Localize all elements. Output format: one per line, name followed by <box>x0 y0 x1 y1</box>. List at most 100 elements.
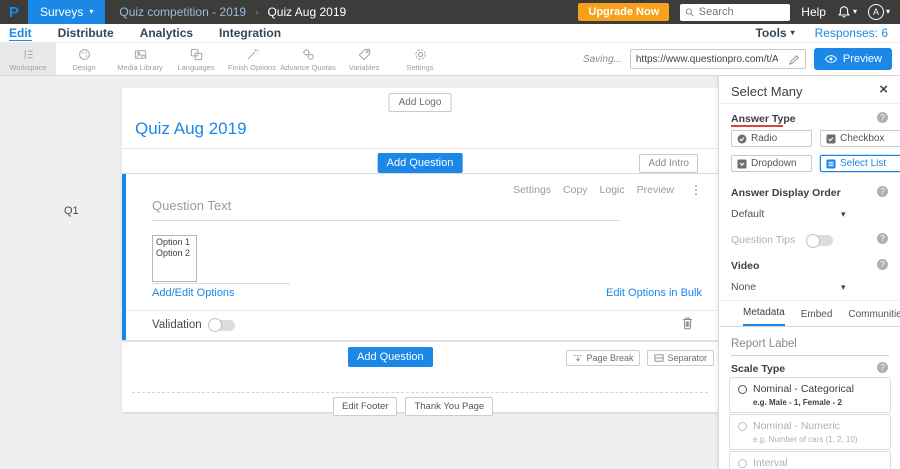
chevron-down-icon[interactable]: ▾ <box>841 209 846 220</box>
answer-type-label-text: Dropdown <box>751 158 797 169</box>
surveys-menu-label: Surveys <box>40 5 84 19</box>
toggle-knob <box>207 318 222 332</box>
answer-type-radio-button[interactable]: Radio <box>731 130 812 147</box>
report-label-input[interactable] <box>731 338 889 356</box>
answer-type-select-list-button[interactable]: Select List <box>820 155 900 172</box>
question-tips-toggle[interactable] <box>806 233 833 248</box>
toolbar-item-finish-options[interactable]: Finish Options <box>224 43 280 75</box>
survey-title[interactable]: Quiz Aug 2019 <box>135 119 247 139</box>
notifications-button[interactable]: ▾ <box>837 5 857 19</box>
answer-type-label-text: Checkbox <box>840 133 885 144</box>
responses-link[interactable]: Responses: 6 <box>815 26 888 40</box>
toolbar-item-design[interactable]: Design <box>56 43 112 75</box>
option-item[interactable]: Option 1 <box>156 237 193 248</box>
red-annotation-underline <box>731 125 783 127</box>
question-settings-panel: Select Many × Answer Type ? Radio Checkb… <box>718 76 900 469</box>
search-box[interactable] <box>680 3 791 21</box>
select-list-preview[interactable]: Option 1 Option 2 <box>152 235 197 282</box>
primary-nav: Edit Distribute Analytics Integration To… <box>0 24 900 43</box>
add-logo-button[interactable]: Add Logo <box>388 93 452 112</box>
edit-url-button[interactable] <box>783 53 805 66</box>
surveys-menu-button[interactable]: Surveys ▾ <box>28 0 106 24</box>
question-settings-link[interactable]: Settings <box>513 184 551 196</box>
scale-option-nominal-categorical[interactable]: Nominal - Categorical e.g. Male - 1, Fem… <box>729 377 891 413</box>
scale-option-example: e.g. Male - 1, Female - 2 <box>753 398 842 407</box>
add-intro-button[interactable]: Add Intro <box>639 154 698 173</box>
chevron-down-icon: ▾ <box>89 7 94 16</box>
answer-display-order-help-icon[interactable]: ? <box>877 186 888 197</box>
answer-type-checkbox-button[interactable]: Checkbox <box>820 130 900 147</box>
scale-option-nominal-numeric[interactable]: Nominal - Numeric e.g. Number of cars (1… <box>729 414 891 450</box>
video-select[interactable]: None <box>731 281 756 293</box>
answer-type-dropdown-button[interactable]: Dropdown <box>731 155 812 172</box>
survey-url-input[interactable] <box>630 53 783 65</box>
nav-tab-edit[interactable]: Edit <box>9 26 32 41</box>
scale-type-help-icon[interactable]: ? <box>877 362 888 373</box>
toolbar-item-languages[interactable]: Languages <box>168 43 224 75</box>
answer-type-help-icon[interactable]: ? <box>877 112 888 123</box>
add-question-button-top[interactable]: Add Question <box>377 153 463 173</box>
question-text-input[interactable] <box>152 198 620 221</box>
page-break-button[interactable]: Page Break <box>566 350 641 366</box>
dropdown-icon <box>737 159 747 168</box>
separator-button[interactable]: Separator <box>647 350 714 366</box>
add-edit-options-link[interactable]: Add/Edit Options <box>152 287 235 299</box>
upgrade-now-button[interactable]: Upgrade Now <box>578 3 670 21</box>
radio-icon[interactable] <box>738 421 747 431</box>
edit-options-in-bulk-link[interactable]: Edit Options in Bulk <box>606 287 702 299</box>
answer-display-order-select[interactable]: Default <box>731 208 764 220</box>
toolbar-item-label: Media Library <box>117 62 163 72</box>
questionpro-logo[interactable]: P <box>0 4 28 21</box>
toolbar-item-workspace[interactable]: Workspace <box>0 43 56 75</box>
nav-tab-analytics[interactable]: Analytics <box>140 26 193 40</box>
validation-toggle[interactable] <box>207 318 235 332</box>
chevron-down-icon: ▾ <box>852 7 857 16</box>
chevron-down-icon[interactable]: ▾ <box>841 282 846 293</box>
delete-question-button[interactable] <box>681 316 694 335</box>
video-help-icon[interactable]: ? <box>877 259 888 270</box>
breadcrumb-parent[interactable]: Quiz competition - 2019 <box>119 5 246 19</box>
nav-tab-distribute[interactable]: Distribute <box>58 26 114 40</box>
option-item[interactable]: Option 2 <box>156 248 193 259</box>
saving-status: Saving... <box>582 53 622 65</box>
question-preview-link[interactable]: Preview <box>637 184 674 196</box>
question-logic-link[interactable]: Logic <box>600 184 625 196</box>
search-input[interactable] <box>698 6 786 18</box>
survey-url-box <box>629 49 806 69</box>
breadcrumb-separator-icon: › <box>255 6 259 18</box>
scale-type-label: Scale Type <box>731 363 786 375</box>
more-options-icon[interactable]: ⋮ <box>690 183 702 197</box>
toolbar-item-settings[interactable]: Settings <box>392 43 448 75</box>
pencil-icon <box>789 54 799 65</box>
tab-metadata[interactable]: Metadata <box>743 307 785 326</box>
media-library-icon <box>134 49 146 59</box>
question-tips-help-icon[interactable]: ? <box>877 233 888 244</box>
tab-communities[interactable]: Communities <box>848 309 900 326</box>
question-copy-link[interactable]: Copy <box>563 184 588 196</box>
account-menu-button[interactable]: A ▾ <box>867 4 890 20</box>
toolbar-item-advance-quotas[interactable]: Advance Quotas <box>280 43 336 75</box>
toolbar-item-variables[interactable]: Variables <box>336 43 392 75</box>
scale-option-example: e.g. Number of cars (1, 2, 10) <box>753 435 858 444</box>
tools-menu-button[interactable]: Tools ▾ <box>755 26 794 40</box>
tab-embed[interactable]: Embed <box>801 309 833 326</box>
finish-options-icon <box>246 48 259 60</box>
toolbar-item-label: Design <box>72 62 96 72</box>
nav-tab-integration[interactable]: Integration <box>219 26 281 40</box>
radio-icon[interactable] <box>738 458 747 468</box>
chevron-down-icon: ▾ <box>790 28 795 37</box>
edit-footer-button[interactable]: Edit Footer <box>333 397 398 416</box>
preview-button[interactable]: Preview <box>813 48 892 70</box>
divider <box>719 300 900 301</box>
toggle-knob <box>806 233 820 248</box>
variables-icon <box>358 48 370 60</box>
toolbar-item-media-library[interactable]: Media Library <box>112 43 168 75</box>
close-icon[interactable]: × <box>879 82 888 97</box>
add-question-button-bottom[interactable]: Add Question <box>348 347 433 367</box>
help-link[interactable]: Help <box>801 5 826 19</box>
breadcrumb: Quiz competition - 2019 › Quiz Aug 2019 <box>119 5 346 19</box>
radio-icon[interactable] <box>738 384 747 394</box>
languages-icon <box>190 48 202 60</box>
thank-you-page-button[interactable]: Thank You Page <box>405 397 494 416</box>
scale-option-interval[interactable]: Interval <box>729 451 891 469</box>
